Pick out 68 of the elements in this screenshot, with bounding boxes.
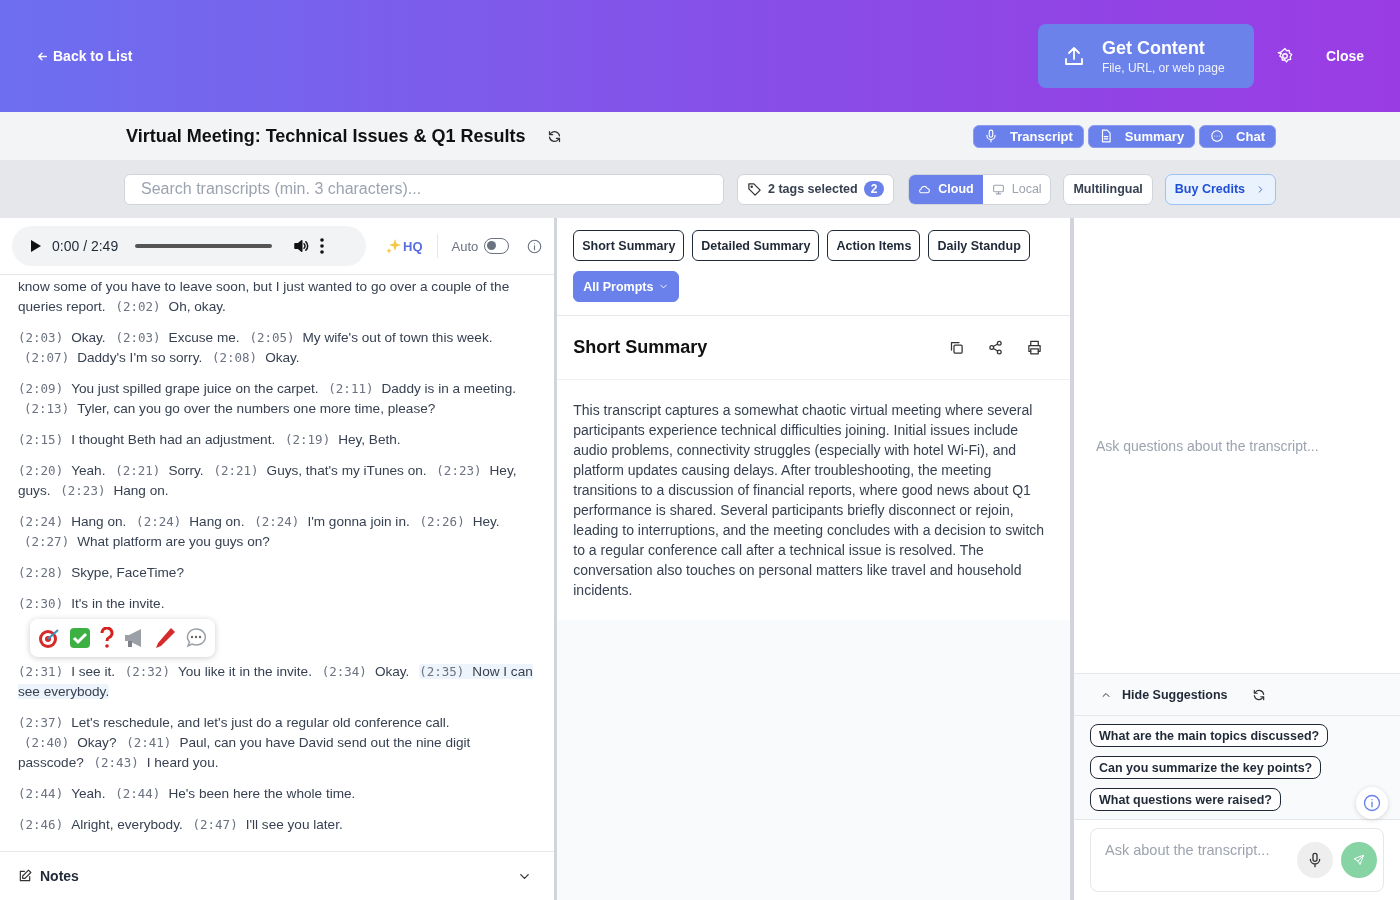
send-icon (1353, 854, 1365, 866)
info-icon[interactable] (1356, 787, 1388, 819)
sparkles-icon (386, 238, 402, 254)
transcript-paragraph: (2:24) Hang on. (2:24) Hang on. (2:24) I'm gonna join in. (2:26) Hey. (2:27) What platform are you guys on? (18, 513, 501, 551)
view-tab[interactable]: Summary (1087, 124, 1196, 148)
transcript-paragraph: (2:15) I thought Beth had an adjustment. (2:19) Hey, Beth. (18, 431, 402, 449)
prompt-button[interactable]: Daily Standup (928, 230, 1030, 261)
refresh-icon[interactable] (547, 128, 563, 144)
volume-icon[interactable] (292, 237, 311, 255)
hq-button[interactable]: HQ (386, 238, 423, 254)
check-icon[interactable] (69, 627, 91, 649)
mode-toggle[interactable]: Cloud (909, 174, 983, 204)
transcript-paragraph: (2:28) Skype, FaceTime? (18, 564, 185, 582)
transcript-paragraph: (2:03) Okay. (2:03) Excuse me. (2:05) My wife's out of town this week. (2:07) Daddy's I'm so sorry. (2:08) Okay. (18, 329, 494, 367)
target-icon[interactable] (38, 627, 60, 649)
settings-icon[interactable] (1275, 47, 1294, 65)
question-icon[interactable] (100, 627, 114, 649)
speech-bubble-icon[interactable] (185, 627, 207, 649)
transcript-paragraph: (2:09) You just spilled grape juice on the carpet. (2:11) Daddy is in a meeting. (2:13) Tyler, can you go over the numbers one more time, please? (18, 380, 517, 418)
tags-button[interactable]: 2 tags selected 2 (737, 173, 895, 205)
buy-credits-button[interactable]: Buy Credits (1164, 173, 1276, 205)
transcript-paragraph: (2:44) Yeah. (2:44) He's been here the whole time. (18, 785, 357, 803)
count-badge: 2 (863, 181, 885, 197)
playback-time: 0:00 / 2:49 (52, 238, 119, 254)
tag-icon (747, 181, 762, 197)
monitor-icon (991, 182, 1005, 196)
edit-icon (18, 869, 32, 883)
chat-empty-hint: Ask questions about the transcript... (1096, 437, 1319, 454)
close-button[interactable]: Close (1315, 48, 1364, 64)
view-tab[interactable]: Chat (1199, 124, 1276, 148)
prompt-button[interactable]: Short Summary (573, 230, 685, 261)
transcript-paragraph: (2:30) It's in the invite. (18, 595, 166, 613)
suggestion-chip[interactable]: What are the main topics discussed? (1090, 724, 1329, 747)
all-prompts-button[interactable]: All Prompts (573, 271, 680, 302)
meeting-title: Virtual Meeting: Technical Issues & Q1 Results (126, 125, 526, 147)
view-tab[interactable]: Transcript (973, 124, 1084, 148)
prompt-button[interactable]: Detailed Summary (692, 230, 820, 261)
prompt-button[interactable]: Action Items (827, 230, 921, 261)
chat-input-field[interactable]: Ask about the transcript... (1090, 828, 1384, 892)
speech-bubble-icon (1210, 129, 1225, 143)
get-content-button[interactable]: Get Content File, URL, or web page (1037, 24, 1254, 88)
transcript-paragraph: (2:46) Alright, everybody. (2:47) I'll see you later. (18, 816, 344, 834)
microphone-icon (1307, 852, 1323, 868)
transcript-paragraph: know some of you have to leave soon, but I just wanted to go over a couple of the queries report. (2:02) Oh, okay. (18, 278, 511, 316)
summary-title: Short Summary (573, 337, 709, 358)
search-field[interactable]: Search transcripts (min. 3 characters)... (124, 173, 724, 205)
play-icon[interactable] (30, 239, 42, 253)
suggestion-chip[interactable]: What questions were raised? (1090, 788, 1281, 811)
transcript-paragraph: (2:31) I see it. (2:32) You like it in the invite. (2:34) Okay. (2:35) Now I can see everybody. (18, 663, 534, 701)
share-icon[interactable] (988, 340, 1003, 355)
info-icon[interactable] (527, 238, 543, 254)
copy-icon[interactable] (949, 340, 964, 355)
hide-suggestions-button[interactable]: Hide Suggestions (1100, 687, 1228, 702)
refresh-icon[interactable] (1251, 687, 1266, 702)
crayon-icon[interactable] (154, 627, 176, 649)
summary-text: This transcript captures a somewhat chaotic virtual meeting where several participants experience technical difficulties joining. Initial issues include audio problems, connectivity struggles (especially with hotel Wi-Fi), and platform updates causing delays. After troubleshooting, the meeting transitions to a discussion of financial reports, where good news about Q1 performance is shared. Several participants briefly disconnect or rejoin, leading to interruptions, and the meeting concludes with a decision to switch to a regular conference call after a technical issue is resolved. The conversation also touches on personal matters like travel and household incidents. (557, 380, 1070, 620)
suggestion-chip[interactable]: Can you summarize the key points? (1090, 756, 1322, 779)
auto-label: Auto (451, 238, 479, 254)
transcript-paragraph: (2:37) Let's reschedule, and let's just do a regular old conference call. (2:40) Okay? (2:41) Paul, can you have David send out the nine digit passcode? (2:43) I heard you. (18, 714, 472, 772)
more-icon[interactable] (320, 238, 325, 254)
auto-toggle[interactable] (484, 238, 510, 254)
microphone-button[interactable] (1297, 842, 1333, 878)
progress-slider[interactable] (135, 244, 273, 248)
microphone-icon (984, 129, 998, 143)
back-button[interactable]: Back to List (36, 48, 133, 64)
print-icon[interactable] (1027, 340, 1042, 355)
transcript-paragraph: (2:20) Yeah. (2:21) Sorry. (2:21) Guys, that's my iTunes on. (2:23) Hey, guys. (2:23) Hang on. (18, 462, 518, 500)
multilingual-button[interactable]: Multilingual (1063, 173, 1153, 205)
